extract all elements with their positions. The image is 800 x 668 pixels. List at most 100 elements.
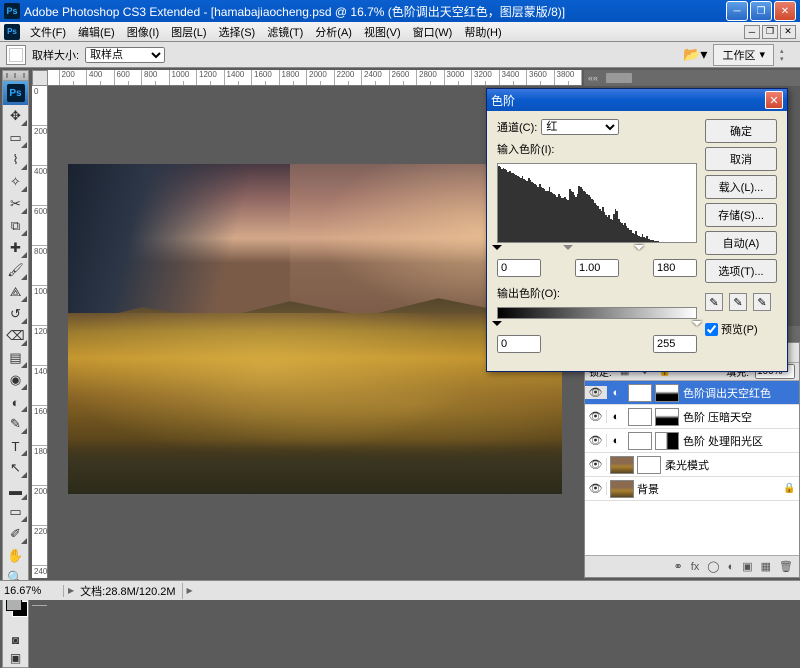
blur-tool-icon[interactable]: ◉ — [3, 369, 28, 391]
stamp-tool-icon[interactable]: ⟁ — [3, 281, 28, 303]
output-slider[interactable] — [497, 321, 697, 331]
layer-row[interactable]: 👁 柔光模式 — [585, 453, 799, 477]
expand-icon[interactable]: «« — [588, 73, 598, 83]
white-point-handle[interactable] — [634, 245, 644, 255]
workspace-switcher[interactable]: 工作区 — [713, 44, 774, 66]
menu-edit[interactable]: 编辑(E) — [72, 22, 121, 42]
healing-tool-icon[interactable]: ✚ — [3, 237, 28, 259]
eyedropper-white-icon[interactable]: ✎ — [753, 293, 771, 311]
collapsed-panel-group-top[interactable]: «« — [584, 70, 800, 86]
move-tool-icon[interactable]: ✥ — [3, 105, 28, 127]
preview-checkbox[interactable]: 预览(P) — [705, 321, 777, 337]
visibility-icon[interactable]: 👁 — [585, 458, 607, 471]
gradient-tool-icon[interactable]: ▤ — [3, 347, 28, 369]
path-tool-icon[interactable]: ↖ — [3, 457, 28, 479]
new-layer-icon[interactable]: ▦ — [761, 560, 771, 573]
toolbox-grip[interactable] — [3, 71, 28, 81]
layer-row[interactable]: 👁◐色阶 压暗天空 — [585, 405, 799, 429]
layer-row[interactable]: 👁◐色阶 处理阳光区 — [585, 429, 799, 453]
load-button[interactable]: 载入(L)... — [705, 175, 777, 199]
ruler-horizontal[interactable]: 0200400600800100012001400160018002000220… — [32, 70, 582, 86]
options-button[interactable]: 选项(T)... — [705, 259, 777, 283]
bridge-icon[interactable]: 📂▾ — [683, 46, 707, 63]
link-layers-icon[interactable]: ⚭ — [673, 560, 682, 573]
dialog-titlebar[interactable]: 色阶 ✕ — [487, 89, 787, 111]
menu-file[interactable]: 文件(F) — [24, 22, 72, 42]
maximize-button[interactable]: ❐ — [750, 1, 772, 21]
history-brush-icon[interactable]: ↺ — [3, 303, 28, 325]
sample-size-select[interactable]: 取样点 — [85, 47, 165, 63]
dodge-tool-icon[interactable]: ◐ — [3, 391, 28, 413]
ruler-origin[interactable] — [32, 70, 48, 86]
mask-thumbnail[interactable] — [655, 384, 679, 402]
layer-name[interactable]: 背景 — [637, 481, 783, 497]
minimize-button[interactable]: ─ — [726, 1, 748, 21]
quickmask-icon[interactable]: ◙ — [3, 631, 28, 649]
marquee-tool-icon[interactable]: ▭ — [3, 127, 28, 149]
panel-toggle-icon[interactable]: ▴▾ — [780, 47, 794, 63]
status-menu-icon[interactable]: ▶ — [187, 586, 193, 595]
doc-minimize-button[interactable]: ─ — [744, 25, 760, 39]
pen-tool-icon[interactable]: ✎ — [3, 413, 28, 435]
eyedropper-tool-icon[interactable]: ✐ — [3, 523, 28, 545]
menu-window[interactable]: 窗口(W) — [407, 22, 459, 42]
auto-button[interactable]: 自动(A) — [705, 231, 777, 255]
close-button[interactable]: ✕ — [774, 1, 796, 21]
menu-help[interactable]: 帮助(H) — [458, 22, 507, 42]
menu-layer[interactable]: 图层(L) — [165, 22, 212, 42]
lasso-tool-icon[interactable]: ⌇ — [3, 149, 28, 171]
hand-tool-icon[interactable]: ✋ — [3, 545, 28, 567]
input-gamma-field[interactable] — [575, 259, 619, 277]
zoom-level[interactable]: 16.67% — [0, 585, 64, 597]
output-black-field[interactable] — [497, 335, 541, 353]
eyedropper-black-icon[interactable]: ✎ — [705, 293, 723, 311]
layers-list[interactable]: 👁◐色阶调出天空红色👁◐色阶 压暗天空👁◐色阶 处理阳光区👁柔光模式👁背景🔒 — [585, 381, 799, 555]
panel-tab-icon[interactable] — [606, 73, 632, 83]
save-button[interactable]: 存储(S)... — [705, 203, 777, 227]
eyedropper-gray-icon[interactable]: ✎ — [729, 293, 747, 311]
input-slider[interactable] — [497, 245, 697, 255]
adjustment-layer-icon[interactable]: ◐ — [728, 561, 735, 573]
black-point-handle[interactable] — [492, 245, 502, 255]
layer-name[interactable]: 柔光模式 — [665, 457, 799, 473]
cancel-button[interactable]: 取消 — [705, 147, 777, 171]
visibility-icon[interactable]: 👁 — [585, 434, 607, 447]
eraser-tool-icon[interactable]: ⌫ — [3, 325, 28, 347]
layer-thumbnail[interactable] — [610, 480, 634, 498]
crop-tool-icon[interactable]: ✂ — [3, 193, 28, 215]
wand-tool-icon[interactable]: ✧ — [3, 171, 28, 193]
layer-thumbnail[interactable] — [628, 384, 652, 402]
channel-select[interactable]: 红 — [541, 119, 619, 135]
dialog-close-button[interactable]: ✕ — [765, 91, 783, 109]
screenmode-icon[interactable]: ▣ — [3, 649, 28, 667]
menu-select[interactable]: 选择(S) — [213, 22, 262, 42]
layer-thumbnail[interactable] — [628, 408, 652, 426]
visibility-icon[interactable]: 👁 — [585, 482, 607, 495]
mask-thumbnail[interactable] — [655, 408, 679, 426]
layer-mask-icon[interactable]: ◯ — [707, 560, 719, 573]
layer-name[interactable]: 色阶 压暗天空 — [683, 409, 799, 425]
mask-thumbnail[interactable] — [637, 456, 661, 474]
ok-button[interactable]: 确定 — [705, 119, 777, 143]
shape-tool-icon[interactable]: ▬ — [3, 479, 28, 501]
layer-name[interactable]: 色阶调出天空红色 — [683, 385, 799, 401]
slice-tool-icon[interactable]: ⧉ — [3, 215, 28, 237]
group-icon[interactable]: ▣ — [742, 560, 752, 573]
gamma-handle[interactable] — [563, 245, 573, 255]
layer-thumbnail[interactable] — [610, 456, 634, 474]
visibility-icon[interactable]: 👁 — [585, 386, 607, 399]
trash-icon[interactable]: 🗑 — [779, 560, 793, 573]
mask-thumbnail[interactable] — [655, 432, 679, 450]
ruler-vertical[interactable]: 0200400600800100012001400160018002000220… — [32, 86, 48, 578]
tool-preset-picker[interactable] — [6, 45, 26, 65]
layer-name[interactable]: 色阶 处理阳光区 — [683, 433, 799, 449]
menu-filter[interactable]: 滤镜(T) — [261, 22, 309, 42]
brush-tool-icon[interactable]: 🖌 — [3, 259, 28, 281]
doc-close-button[interactable]: ✕ — [780, 25, 796, 39]
out-black-handle[interactable] — [492, 321, 502, 331]
menu-view[interactable]: 视图(V) — [358, 22, 407, 42]
layer-fx-icon[interactable]: fx — [691, 561, 700, 573]
levels-dialog[interactable]: 色阶 ✕ 通道(C): 红 输入色阶(I): 输出色阶(O): — [486, 88, 788, 372]
layer-row[interactable]: 👁背景🔒 — [585, 477, 799, 501]
menu-image[interactable]: 图像(I) — [121, 22, 165, 42]
